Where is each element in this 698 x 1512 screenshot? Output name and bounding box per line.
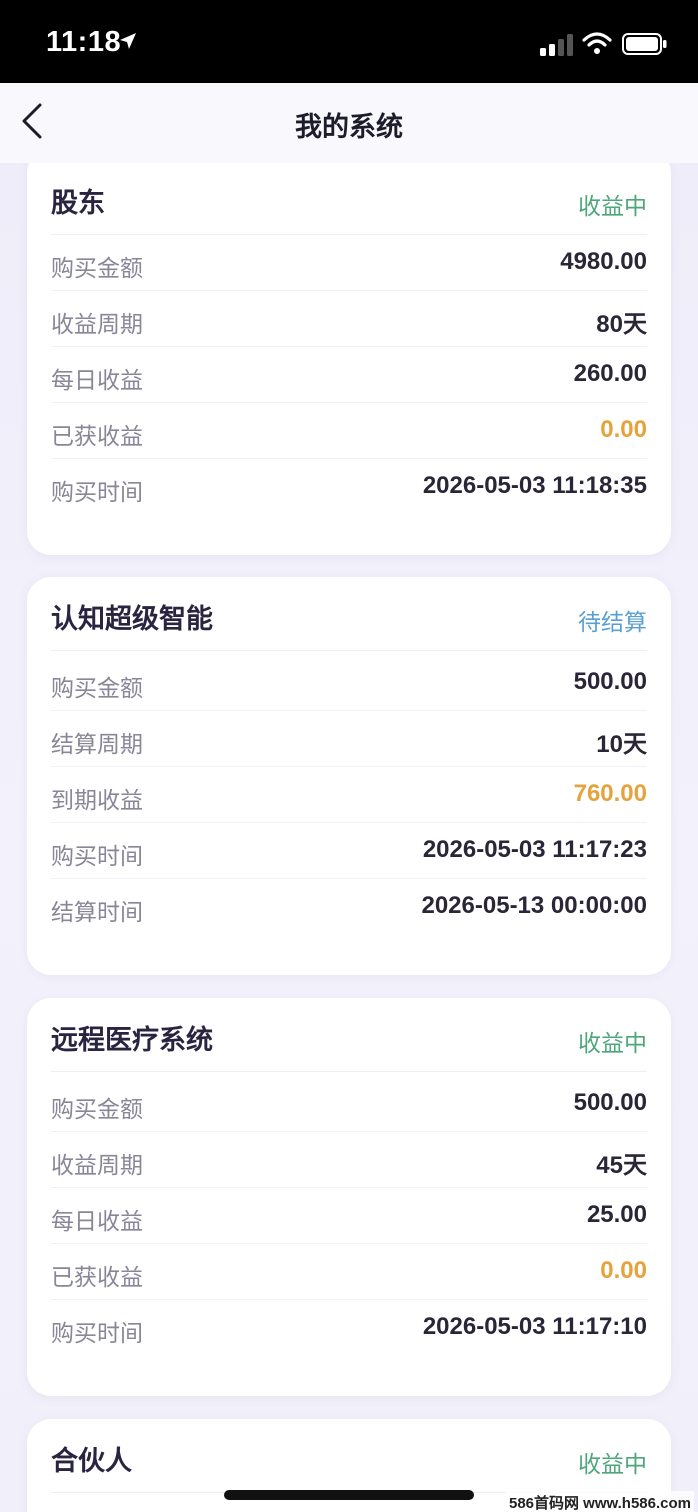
system-card[interactable]: 远程医疗系统 收益中 购买金额 500.00 收益周期 45天 每日收益 25.… [27,998,671,1396]
row-label: 购买时间 [51,480,143,506]
cellular-signal-icon [540,34,574,60]
row-label: 购买金额 [51,1097,143,1123]
detail-row: 结算时间 2026-05-13 00:00:00 [51,879,647,935]
nav-bar: 我的系统 [0,83,698,163]
wifi-icon [582,31,612,59]
status-time: 11:18 [46,26,122,58]
row-label: 购买金额 [51,256,143,282]
detail-row: 购买时间 2026-05-03 11:17:23 [51,823,647,879]
row-label: 已获收益 [51,424,143,450]
detail-row: 购买时间 2026-05-03 11:17:10 [51,1300,647,1356]
row-label: 购买时间 [51,1321,143,1347]
detail-row: 每日收益 260.00 [51,347,647,403]
status-badge: 待结算 [578,610,647,636]
system-card[interactable]: 股东 收益中 购买金额 4980.00 收益周期 80天 每日收益 260.00… [27,163,671,555]
detail-row: 到期收益 760.00 [51,767,647,823]
row-value: 2026-05-03 11:17:23 [422,836,647,863]
row-value: 25.00 [586,1201,647,1228]
system-card[interactable]: 认知超级智能 待结算 购买金额 500.00 结算周期 10天 到期收益 760… [27,577,671,975]
row-value: 2026-05-03 11:17:10 [422,1313,647,1340]
card-header: 认知超级智能 待结算 [51,577,647,651]
card-header: 远程医疗系统 收益中 [51,998,647,1072]
watermark: 586首码网 www.h586.com [505,1491,694,1512]
row-label: 每日收益 [51,1209,143,1235]
page-title: 我的系统 [295,112,403,143]
row-value: 0.00 [600,416,647,443]
row-label: 结算周期 [51,732,143,758]
row-value: 10天 [596,731,647,758]
detail-row: 每日收益 25.00 [51,1188,647,1244]
card-title: 远程医疗系统 [51,1025,213,1056]
detail-row: 购买时间 2026-05-03 11:18:35 [51,459,647,515]
detail-row: 收益周期 45天 [51,1132,647,1188]
card-title: 合伙人 [51,1446,132,1477]
location-arrow-icon [118,31,138,55]
row-label: 收益周期 [51,312,143,338]
card-header: 股东 收益中 [51,163,647,235]
card-header: 合伙人 收益中 [51,1419,647,1493]
detail-row: 购买金额 4980.00 [51,235,647,291]
row-value: 260.00 [573,360,647,387]
detail-row: 购买金额 500.00 [51,1076,647,1132]
row-label: 购买时间 [51,844,143,870]
row-value: 500.00 [573,1089,647,1116]
status-badge: 收益中 [578,194,647,220]
status-bar: 11:18 [0,0,698,83]
detail-row: 购买金额 500.00 [51,655,647,711]
detail-row: 结算周期 10天 [51,711,647,767]
battery-icon [622,33,668,59]
row-value: 0.00 [600,1257,647,1284]
detail-row: 已获收益 0.00 [51,1244,647,1300]
row-value: 2026-05-03 11:18:35 [422,472,647,499]
row-label: 每日收益 [51,368,143,394]
row-value: 45天 [596,1152,647,1179]
status-badge: 收益中 [578,1031,647,1057]
row-value: 80天 [596,311,647,338]
detail-row: 已获收益 0.00 [51,403,647,459]
row-label: 到期收益 [51,788,143,814]
row-value: 2026-05-13 00:00:00 [421,892,647,919]
detail-row: 收益周期 80天 [51,291,647,347]
row-value: 760.00 [573,780,647,807]
row-value: 4980.00 [560,248,647,275]
row-label: 收益周期 [51,1153,143,1179]
row-value: 500.00 [573,668,647,695]
row-label: 购买金额 [51,676,143,702]
row-label: 结算时间 [51,900,143,926]
status-badge: 收益中 [578,1452,647,1478]
home-indicator[interactable] [224,1490,474,1500]
system-list[interactable]: 股东 收益中 购买金额 4980.00 收益周期 80天 每日收益 260.00… [0,163,698,1512]
card-title: 股东 [51,188,105,219]
card-title: 认知超级智能 [51,604,213,635]
row-label: 已获收益 [51,1265,143,1291]
